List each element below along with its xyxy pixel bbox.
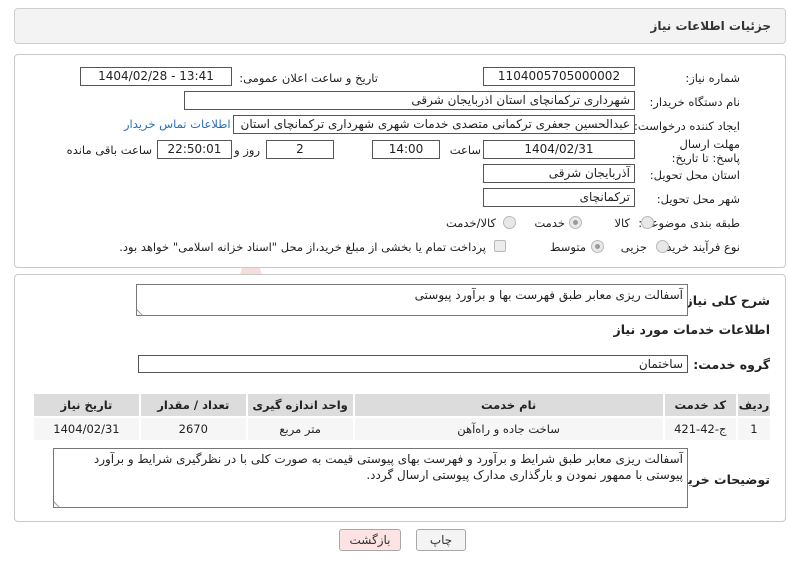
col-unit: واحد اندازه گیری <box>245 392 355 418</box>
buyer-contact-link[interactable]: اطلاعات تماس خریدار <box>124 117 231 131</box>
table-header-row: ردیف کد خدمت نام خدمت واحد اندازه گیری ت… <box>32 392 773 418</box>
page-title: جزئیات اطلاعات نیاز <box>650 19 771 33</box>
summary-label: شرح کلی نیاز: <box>680 293 770 308</box>
creator-field: عبدالحسین جعفری ترکمانی متصدی خدمات شهری… <box>233 115 635 134</box>
creator-label: ایجاد کننده درخواست: <box>634 119 740 133</box>
cell-unit: متر مربع <box>245 416 355 442</box>
province-field: آذربایجان شرقی <box>483 164 635 183</box>
buyer-notes-text: آسفالت ریزی معابر طبق شرایط و برآورد و ف… <box>93 452 683 482</box>
col-service-code: کد خدمت <box>662 392 738 418</box>
cell-service-code: ج-42-421 <box>662 416 738 442</box>
deadline-label-text: مهلت ارسال پاسخ: تا تاریخ: <box>671 137 740 165</box>
buyer-org-field: شهرداری ترکمانچای استان اذربایجان شرقی <box>184 91 635 110</box>
buyer-notes-textarea[interactable]: آسفالت ریزی معابر طبق شرایط و برآورد و ف… <box>53 448 688 508</box>
announce-datetime-field: 1404/02/28 - 13:41 <box>80 67 232 86</box>
city-label: شهر محل تحویل: <box>656 192 740 206</box>
cell-need-date: 1404/02/31 <box>32 416 141 442</box>
category-option-service: خدمت <box>534 216 565 230</box>
page-header: جزئیات اطلاعات نیاز <box>14 8 786 44</box>
resize-grip-icon <box>53 496 65 508</box>
services-table: ردیف کد خدمت نام خدمت واحد اندازه گیری ت… <box>32 392 773 442</box>
need-number-field: 1104005705000002 <box>483 67 635 86</box>
col-quantity: تعداد / مقدار <box>138 392 248 418</box>
service-group-field: ساختمان <box>138 355 688 373</box>
treasury-checkbox[interactable] <box>494 240 506 252</box>
col-service-name: نام خدمت <box>352 392 665 418</box>
process-radio-minor[interactable] <box>656 240 669 253</box>
print-button[interactable]: چاپ <box>416 529 466 551</box>
resize-grip-icon <box>136 304 148 316</box>
services-section-title: اطلاعات خدمات مورد نیاز <box>613 322 771 337</box>
process-type-label: نوع فرآیند خرید : <box>658 240 740 254</box>
summary-textarea[interactable]: آسفالت ریزی معابر طبق فهرست بها و برآورد… <box>136 284 688 316</box>
col-need-date: تاریخ نیاز <box>32 392 141 418</box>
announce-datetime-label: تاریخ و ساعت اعلان عمومی: <box>239 71 378 85</box>
cell-service-name: ساخت جاده و راه‌آهن <box>352 416 665 442</box>
need-number-label: شماره نیاز: <box>685 71 740 85</box>
table-row: 1 ج-42-421 ساخت جاده و راه‌آهن متر مربع … <box>32 416 773 442</box>
province-label: استان محل تحویل: <box>649 168 740 182</box>
service-group-label: گروه خدمت: <box>693 357 770 372</box>
col-row: ردیف <box>735 392 773 418</box>
back-button[interactable]: بازگشت <box>339 529 401 551</box>
process-option-medium: متوسط <box>549 240 586 254</box>
process-radio-medium[interactable] <box>591 240 604 253</box>
category-radio-goods-service[interactable] <box>503 216 516 229</box>
remaining-days-field: 2 <box>266 140 334 159</box>
category-radio-service[interactable] <box>569 216 582 229</box>
cell-quantity: 2670 <box>138 416 248 442</box>
category-option-goods: کالا <box>614 216 630 230</box>
deadline-time-field: 14:00 <box>372 140 440 159</box>
remaining-time-field: 22:50:01 <box>157 140 232 159</box>
days-label: روز و <box>234 143 260 157</box>
deadline-label: مهلت ارسال پاسخ: تا تاریخ: <box>654 137 740 165</box>
category-radio-goods[interactable] <box>641 216 654 229</box>
deadline-date-field: 1404/02/31 <box>483 140 635 159</box>
process-option-minor: جزیی <box>620 240 647 254</box>
deadline-time-label: ساعت <box>449 143 481 157</box>
city-field: ترکمانچای <box>483 188 635 207</box>
buyer-org-label: نام دستگاه خریدار: <box>649 95 740 109</box>
cell-row: 1 <box>735 416 773 442</box>
remaining-label: ساعت باقی مانده <box>66 143 152 157</box>
category-option-goods-service: کالا/خدمت <box>445 216 496 230</box>
summary-text: آسفالت ریزی معابر طبق فهرست بها و برآورد… <box>414 288 683 302</box>
treasury-note: پرداخت تمام یا بخشی از مبلغ خرید،از محل … <box>119 240 486 254</box>
